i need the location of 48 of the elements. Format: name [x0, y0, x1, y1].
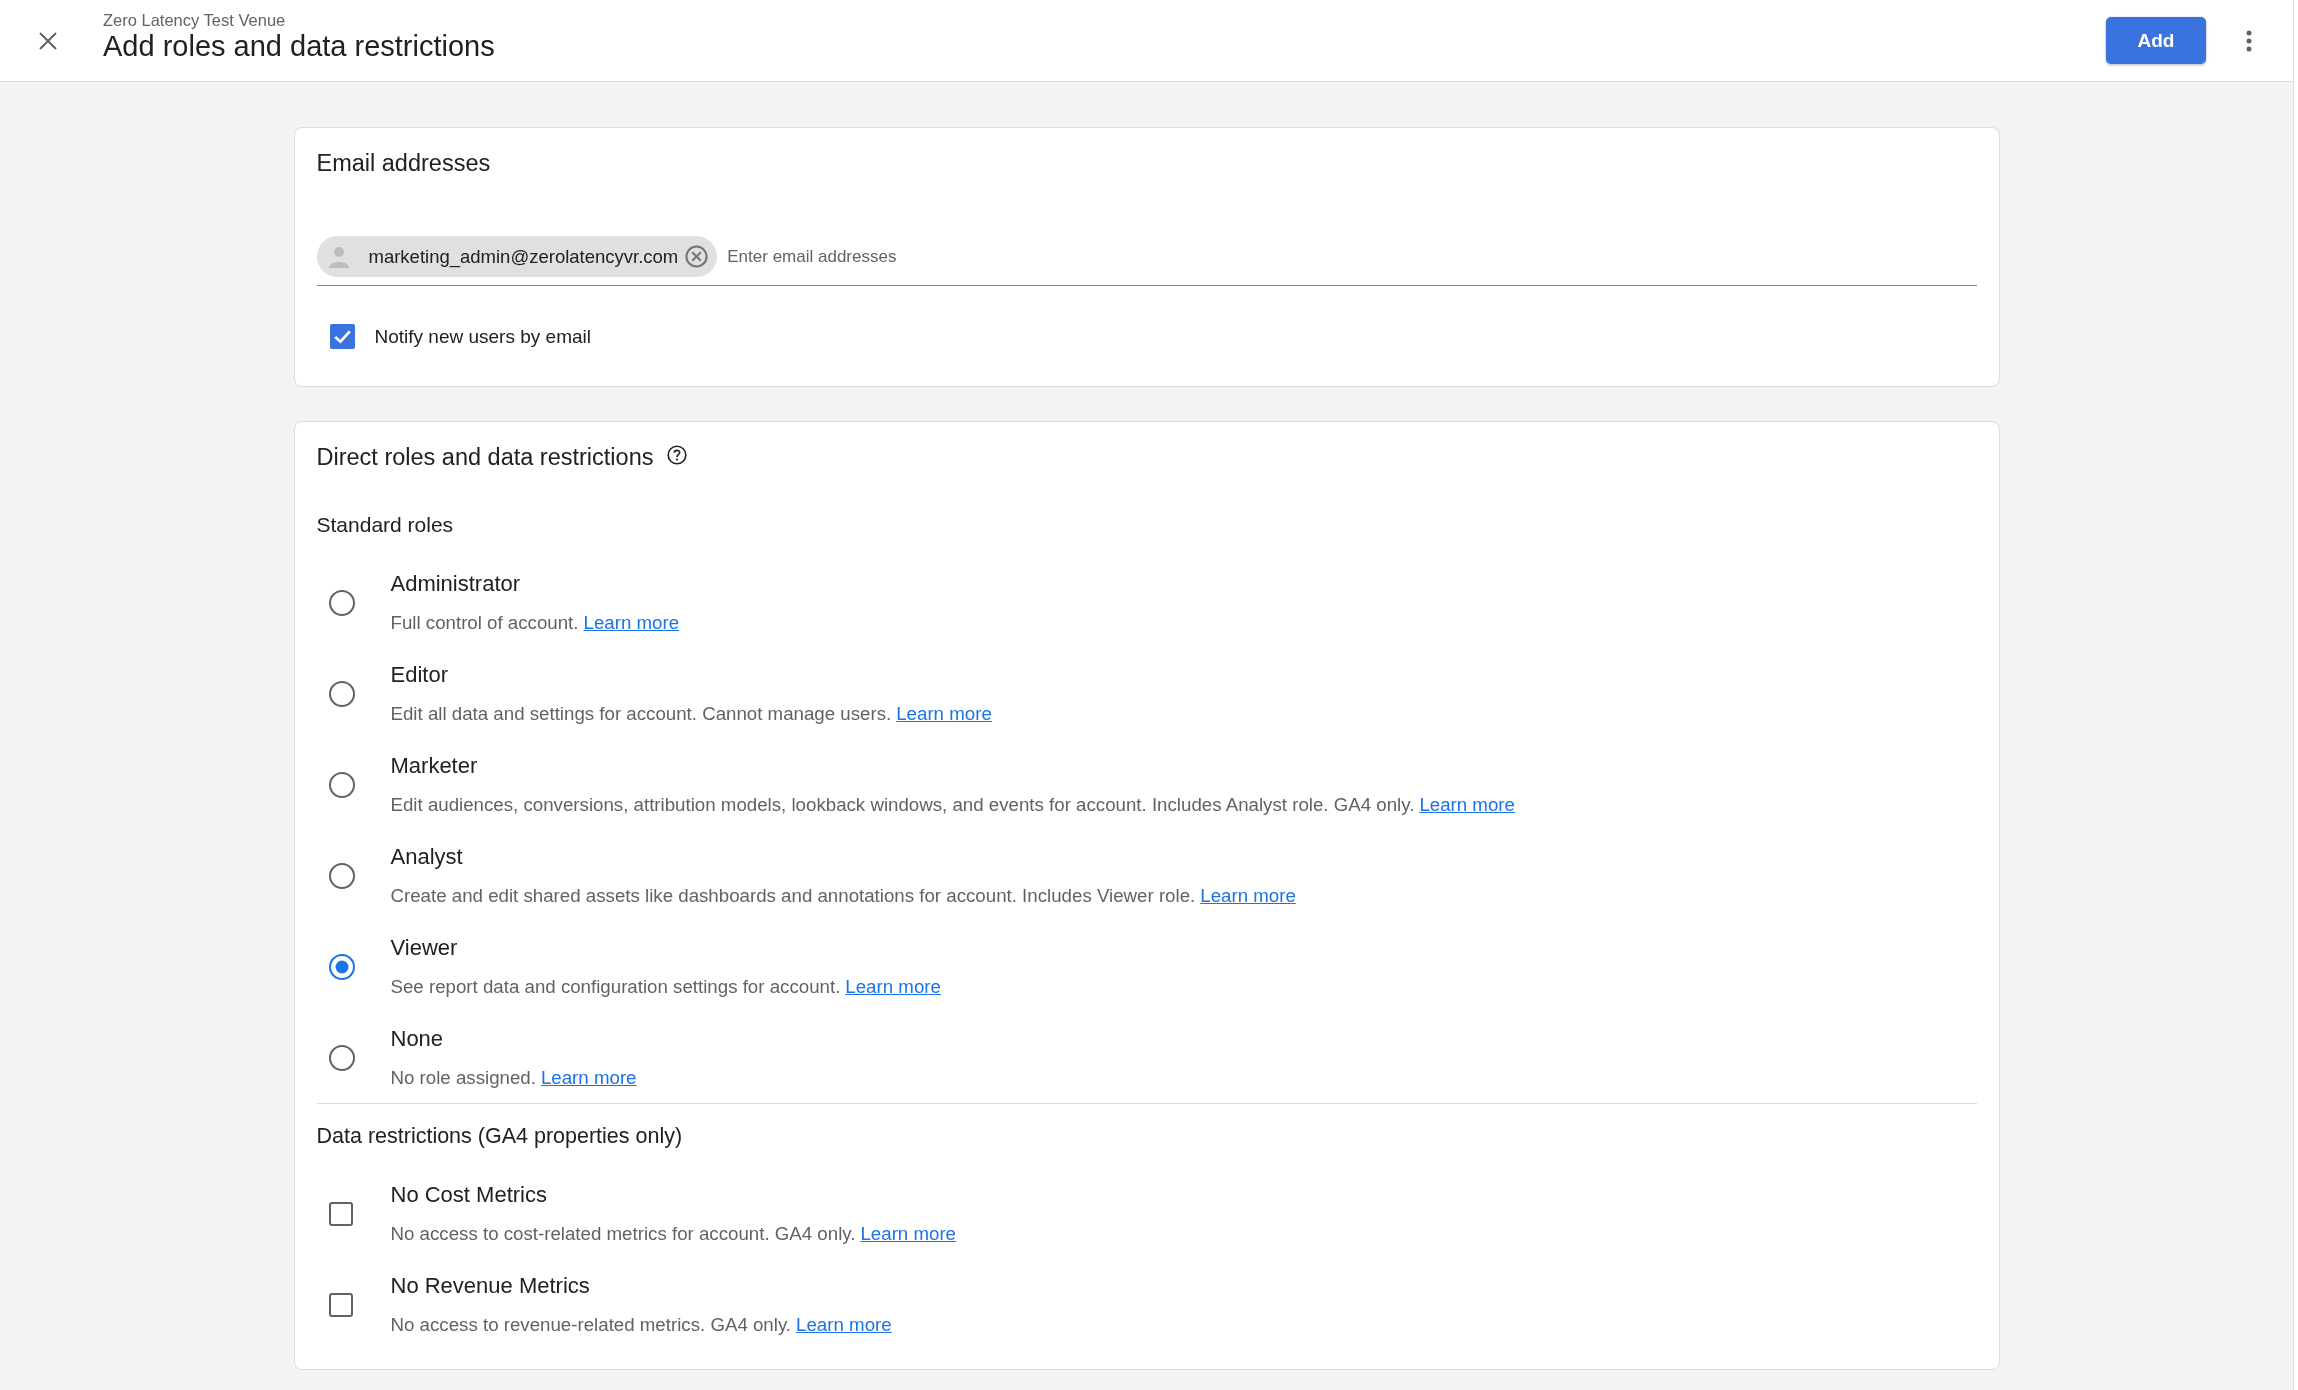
learn-more-link[interactable]: Learn more: [540, 1066, 637, 1090]
email-input[interactable]: Enter email addresses: [727, 241, 1977, 272]
page-title: Add roles and data restrictions: [103, 30, 495, 63]
radio-button[interactable]: [328, 681, 355, 707]
checkbox[interactable]: [328, 1293, 353, 1317]
role-description: Edit all data and settings for account. Cannot manage users.: [390, 702, 892, 726]
radio-button[interactable]: [328, 772, 355, 798]
learn-more-link[interactable]: Learn more: [796, 1313, 892, 1337]
restriction-name: No Cost Metrics: [390, 1182, 547, 1208]
card-title: Email addresses: [316, 149, 491, 177]
close-icon[interactable]: [39, 31, 57, 50]
learn-more-link[interactable]: Learn more: [845, 975, 941, 999]
learn-more-link[interactable]: Learn more: [1419, 793, 1515, 817]
checkbox-label: Notify new users by email: [374, 325, 591, 348]
role-name: Marketer: [390, 753, 478, 779]
role-name: Editor: [390, 662, 448, 688]
section-heading: Standard roles: [316, 512, 454, 538]
person-icon: [328, 245, 349, 268]
learn-more-link[interactable]: Learn more: [896, 702, 992, 726]
role-description: Full control of account.: [390, 611, 579, 635]
learn-more-link[interactable]: Learn more: [1200, 884, 1296, 908]
role-description: No role assigned.: [390, 1066, 536, 1090]
role-description: See report data and configuration settings for account.: [390, 975, 841, 999]
add-button[interactable]: Add: [2106, 17, 2206, 64]
checkbox[interactable]: [328, 1202, 353, 1226]
section-heading: Data restrictions (GA4 properties only): [316, 1123, 683, 1149]
email-chip[interactable]: marketing_admin@zerolatencyvr.com: [316, 236, 718, 277]
more-options-icon[interactable]: [2246, 29, 2252, 52]
role-description: Edit audiences, conversions, attribution models, lookback windows, and events for account. Includes Analyst role. GA4 only.: [390, 793, 1415, 817]
role-name: Analyst: [390, 844, 463, 870]
role-description: Create and edit shared assets like dashboards and annotations for account. Includes Viewer role.: [390, 884, 1196, 908]
radio-button[interactable]: [328, 590, 355, 616]
radio-button[interactable]: [328, 954, 355, 980]
card-title: Direct roles and data restrictions: [316, 443, 654, 471]
role-name: None: [390, 1026, 444, 1052]
learn-more-link[interactable]: Learn more: [860, 1222, 957, 1246]
restriction-name: No Revenue Metrics: [390, 1273, 590, 1299]
role-name: Administrator: [390, 571, 521, 597]
help-icon[interactable]: [667, 445, 688, 465]
learn-more-link[interactable]: Learn more: [583, 611, 680, 635]
radio-button[interactable]: [328, 863, 355, 889]
close-icon[interactable]: [685, 245, 709, 268]
checkbox[interactable]: [329, 324, 355, 349]
radio-button[interactable]: [328, 1045, 355, 1071]
restriction-description: No access to cost-related metrics for account. GA4 only.: [390, 1222, 856, 1246]
page-subtitle: Zero Latency Test Venue: [103, 11, 286, 30]
role-name: Viewer: [390, 935, 458, 961]
restriction-description: No access to revenue-related metrics. GA4 only.: [390, 1313, 792, 1337]
